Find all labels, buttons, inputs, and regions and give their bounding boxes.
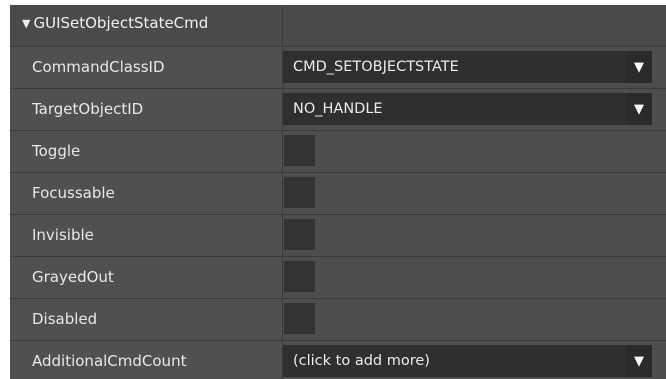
group-title: GUISetObjectStateCmd bbox=[33, 14, 209, 32]
property-value-cell: NO_HANDLE ▼ bbox=[283, 89, 666, 131]
commandclassid-dropdown[interactable]: CMD_SETOBJECTSTATE ▼ bbox=[283, 51, 652, 83]
property-label-cell: Focussable bbox=[10, 173, 282, 215]
grayedout-checkbox[interactable] bbox=[284, 261, 315, 292]
targetobjectid-value: NO_HANDLE bbox=[293, 101, 383, 117]
group-header-value-cell bbox=[283, 5, 666, 47]
collapse-triangle-icon[interactable]: ▼ bbox=[22, 6, 30, 42]
property-row-toggle: Toggle bbox=[10, 131, 666, 173]
additionalcmdcount-value: (click to add more) bbox=[293, 353, 430, 369]
property-label-cell: Disabled bbox=[10, 299, 282, 341]
property-row-commandclassid: CommandClassID CMD_SETOBJECTSTATE ▼ bbox=[10, 47, 666, 89]
property-label-additionalcmdcount: AdditionalCmdCount bbox=[32, 352, 187, 370]
property-row-additionalcmdcount: AdditionalCmdCount (click to add more) ▼ bbox=[10, 341, 666, 379]
property-value-cell: CMD_SETOBJECTSTATE ▼ bbox=[283, 47, 666, 89]
targetobjectid-dropdown[interactable]: NO_HANDLE ▼ bbox=[283, 93, 652, 125]
property-value-cell: (click to add more) ▼ bbox=[283, 341, 666, 379]
property-label-cell: Invisible bbox=[10, 215, 282, 257]
group-header-label-cell[interactable]: ▼ GUISetObjectStateCmd bbox=[10, 5, 282, 47]
property-value-cell bbox=[283, 173, 666, 215]
focussable-checkbox[interactable] bbox=[284, 177, 315, 208]
dropdown-arrow-icon[interactable]: ▼ bbox=[626, 93, 652, 125]
property-label-cell: Toggle bbox=[10, 131, 282, 173]
property-label-cell: CommandClassID bbox=[10, 47, 282, 89]
property-label-invisible: Invisible bbox=[32, 226, 94, 244]
property-row-focussable: Focussable bbox=[10, 173, 666, 215]
disabled-checkbox[interactable] bbox=[284, 303, 315, 334]
property-label-disabled: Disabled bbox=[32, 310, 98, 328]
property-label-cell: GrayedOut bbox=[10, 257, 282, 299]
property-label-grayedout: GrayedOut bbox=[32, 268, 114, 286]
property-label-cell: AdditionalCmdCount bbox=[10, 341, 282, 379]
group-header-row[interactable]: ▼ GUISetObjectStateCmd bbox=[10, 5, 666, 47]
toggle-checkbox[interactable] bbox=[284, 135, 315, 166]
property-label-focussable: Focussable bbox=[32, 184, 115, 202]
dropdown-arrow-icon[interactable]: ▼ bbox=[626, 51, 652, 83]
property-row-targetobjectid: TargetObjectID NO_HANDLE ▼ bbox=[10, 89, 666, 131]
additionalcmdcount-dropdown[interactable]: (click to add more) ▼ bbox=[283, 345, 652, 377]
property-row-disabled: Disabled bbox=[10, 299, 666, 341]
invisible-checkbox[interactable] bbox=[284, 219, 315, 250]
property-value-cell bbox=[283, 257, 666, 299]
commandclassid-value: CMD_SETOBJECTSTATE bbox=[293, 59, 459, 75]
property-value-cell bbox=[283, 299, 666, 341]
property-row-grayedout: GrayedOut bbox=[10, 257, 666, 299]
property-label-targetobjectid: TargetObjectID bbox=[32, 100, 144, 118]
property-label-cell: TargetObjectID bbox=[10, 89, 282, 131]
property-label-toggle: Toggle bbox=[32, 142, 81, 160]
property-value-cell bbox=[283, 215, 666, 257]
property-grid: ▼ GUISetObjectStateCmd CommandClassID CMD… bbox=[10, 5, 666, 379]
dropdown-arrow-icon[interactable]: ▼ bbox=[626, 345, 652, 377]
property-label-commandclassid: CommandClassID bbox=[32, 58, 165, 76]
group-header-label[interactable]: ▼ GUISetObjectStateCmd bbox=[22, 5, 208, 42]
property-row-invisible: Invisible bbox=[10, 215, 666, 257]
property-value-cell bbox=[283, 131, 666, 173]
